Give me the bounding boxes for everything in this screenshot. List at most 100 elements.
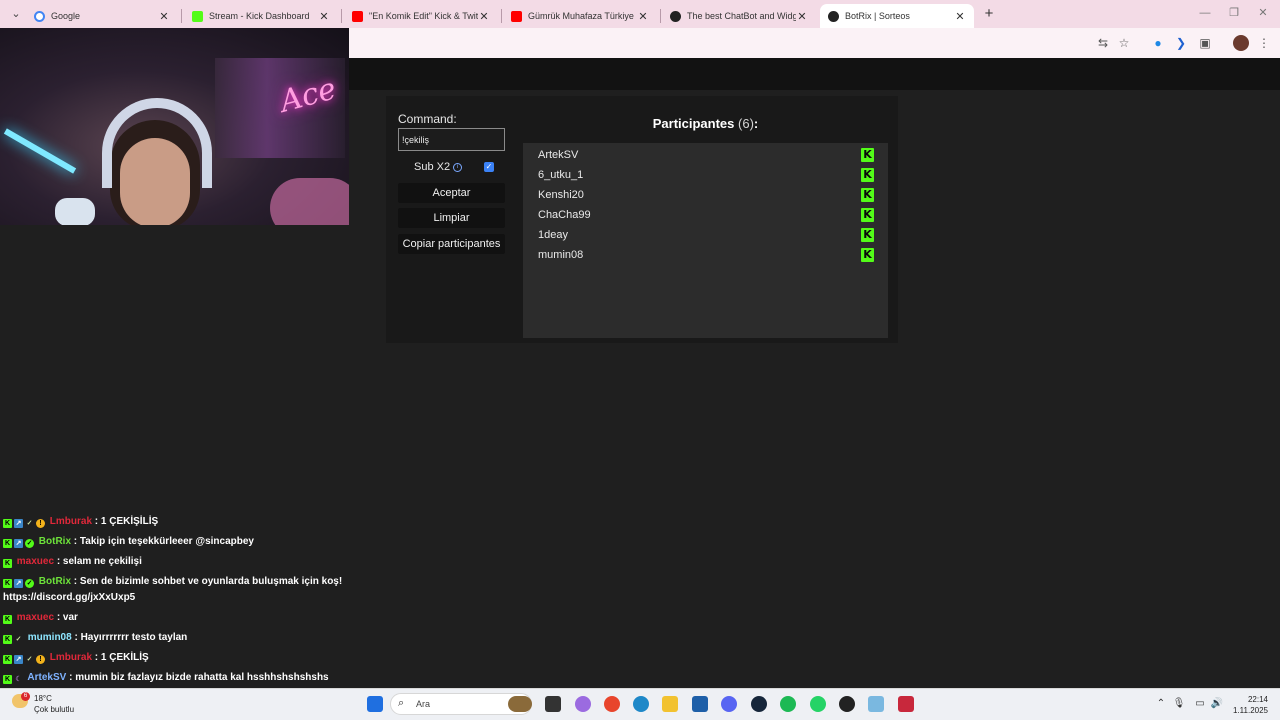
chat-message: K ↗ ✓ BotRix : Sen de bizimle sohbet ve oy… [3,575,342,589]
extension-icon[interactable]: ❯ [1173,35,1189,51]
participant-name: ChaCha99 [538,209,591,221]
tab-title: Google [51,11,81,21]
tab-botrix-chatbot[interactable]: The best ChatBot and Widgets ✕ [662,4,816,28]
tab-youtube-gumruk[interactable]: Gümrük Muhafaza Türkiye 16. E ✕ [503,4,657,28]
tab-title: "En Komik Edit" Kick & Twitch Y [369,11,478,21]
microphone-icon[interactable]: 🎙 [1172,697,1186,711]
discord-icon[interactable] [721,696,737,712]
browser-menu-icon[interactable]: ⋮ [1256,35,1272,51]
participants-count: (6) [738,116,754,131]
extensions-puzzle-icon[interactable]: ▣ [1197,35,1213,51]
close-icon[interactable]: ✕ [796,10,808,23]
weather-description[interactable]: Çok bulutlu [34,705,74,714]
app-icon[interactable] [898,696,914,712]
close-icon[interactable]: ✕ [478,10,490,23]
chat-username: Lmburak [49,652,93,663]
windows-start-icon[interactable] [367,696,383,712]
display-icon[interactable]: ▭ [1193,697,1207,711]
window-close-icon[interactable]: ✕ [1256,5,1270,21]
whatsapp-icon[interactable] [810,696,826,712]
chat-username: BotRix [38,576,72,587]
kick-badge-icon: K [3,635,12,644]
profile-avatar[interactable] [1233,35,1249,51]
chat-message: K maxuec : var [3,611,78,625]
tab-youtube-komik-edit[interactable]: "En Komik Edit" Kick & Twitch Y ✕ [344,4,498,28]
edge-icon[interactable] [633,696,649,712]
spotify-icon[interactable] [780,696,796,712]
kick-icon: K [861,208,874,222]
close-icon[interactable]: ✕ [954,10,966,23]
taskbar-clock[interactable]: 22:14 1.11.2025 [1228,694,1268,716]
chat-text: : var [56,612,78,623]
settings-gear-icon[interactable] [868,696,884,712]
tab-search-icon[interactable]: ⌄ [8,6,24,22]
clear-button[interactable]: Limpiar [398,208,505,228]
copy-participants-button[interactable]: Copiar participantes [398,234,505,254]
participant-row: 1deay K [538,227,874,243]
copilot-icon[interactable] [575,696,591,712]
extension-icon[interactable]: ● [1150,35,1166,51]
participant-row: 6_utku_1 K [538,167,874,183]
bookmark-star-icon[interactable]: ☆ [1116,35,1132,51]
tab-google[interactable]: Google ✕ [26,4,178,28]
chat-text: : mumin biz fazlayız bizde rahatta kal h… [69,672,329,683]
accept-button[interactable]: Aceptar [398,183,505,203]
participant-row: ChaCha99 K [538,207,874,223]
weather-temperature[interactable]: 18°C [34,694,52,703]
chat-username: mumin08 [27,632,72,643]
command-input[interactable] [398,128,505,151]
kick-badge-icon: K [3,655,12,664]
kick-icon: K [861,168,874,182]
sub-x2-checkbox[interactable]: ✓ [484,162,494,172]
maximize-icon[interactable]: ❐ [1227,5,1241,21]
subscriber-badge-icon: ↗ [14,655,23,664]
participant-name: Kenshi20 [538,189,584,201]
chat-text: https://discord.gg/jxXxUxp5 [3,592,136,603]
youtube-icon [511,10,522,22]
tray-chevron-up-icon[interactable]: ⌃ [1154,697,1168,711]
chat-message: K maxuec : selam ne çekilişi [3,555,142,569]
gift-badge-icon: ✓ [26,656,33,663]
translate-icon[interactable]: ⇆ [1095,35,1111,51]
participants-title-text: Participantes [652,116,735,131]
participant-row: Kenshi20 K [538,187,874,203]
kick-icon: K [861,148,874,162]
close-icon[interactable]: ✕ [637,10,649,23]
obs-icon[interactable] [839,696,855,712]
kick-icon [192,10,203,22]
chat-username: Lmburak [49,516,93,527]
verified-badge-icon: ✓ [25,579,34,588]
kick-badge-icon: K [3,539,12,548]
participants-title: Participantes (6): [523,116,888,131]
file-explorer-icon[interactable] [662,696,678,712]
participant-name: mumin08 [538,249,584,261]
youtube-icon [352,10,363,22]
close-icon[interactable]: ✕ [318,10,330,23]
new-tab-button[interactable]: + [981,5,997,23]
store-icon[interactable] [692,696,708,712]
chrome-icon[interactable] [604,696,620,712]
clock-date: 1.11.2025 [1233,706,1268,715]
search-highlight-icon[interactable] [508,696,532,712]
tab-separator [660,9,661,23]
participants-colon: : [753,116,759,131]
sub-x2-label: Sub X2 [414,161,451,173]
close-icon[interactable]: ✕ [158,10,170,23]
kick-badge-icon: K [3,579,12,588]
tab-kick-dashboard[interactable]: Stream - Kick Dashboard ✕ [184,4,338,28]
participant-name: 1deay [538,229,568,241]
alert-badge-icon: ! [36,519,45,528]
task-view-icon[interactable] [545,696,561,712]
verified-badge-icon: ✓ [25,539,34,548]
tab-botrix-sorteos[interactable]: BotRix | Sorteos ✕ [820,4,974,28]
volume-icon[interactable]: 🔊 [1210,697,1224,711]
kick-badge-icon: K [3,675,12,684]
steam-icon[interactable] [751,696,767,712]
minimize-icon[interactable]: — [1198,5,1212,21]
chat-text: : Hayırrrrrrr testo taylan [74,632,188,643]
participant-name: ArtekSV [538,149,579,161]
info-icon[interactable]: i [453,163,462,172]
tab-title: Stream - Kick Dashboard [209,11,310,21]
weather-badge: 6 [21,692,30,701]
chat-message: K ✓ mumin08 : Hayırrrrrrr testo taylan [3,631,187,645]
